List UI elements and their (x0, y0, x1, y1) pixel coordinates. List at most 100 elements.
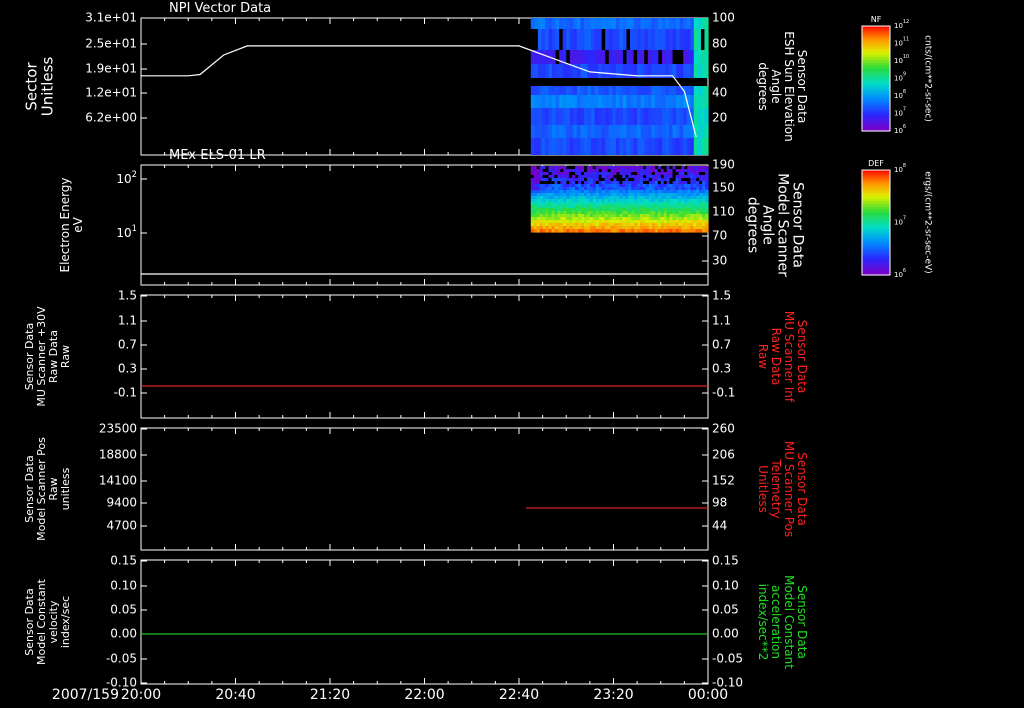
spectrogram-cell (658, 18, 663, 29)
spectrogram-cell (587, 29, 592, 50)
spectrogram-cell (598, 108, 603, 125)
spectrogram-cell (697, 86, 702, 95)
colorbar-title: DEF (868, 159, 884, 168)
spectrogram-cell (573, 125, 578, 138)
spectrogram-cell (605, 18, 610, 29)
spectrogram-cell (669, 108, 674, 125)
spectrogram-cell (569, 95, 574, 108)
spectrogram-cell (562, 125, 567, 138)
spectrogram-cell (661, 108, 667, 125)
spectrogram-cell (676, 64, 681, 78)
spectrogram-cell (658, 86, 663, 95)
spectrogram-cell (580, 108, 585, 125)
spectrogram-cell (583, 29, 589, 50)
spectrogram-cell (686, 18, 691, 29)
spectrogram-cell (559, 108, 564, 125)
spectrogram-cell (530, 95, 535, 108)
spectrogram-cell (594, 125, 599, 138)
spectrogram-cell (633, 125, 638, 138)
spectrogram-cell (548, 108, 553, 125)
right-axis-label: MU Scanner Inf (782, 311, 796, 403)
spectrogram-cell (622, 86, 628, 95)
spectrogram-cell (640, 95, 645, 108)
spectrogram-cell (612, 95, 617, 108)
y-tick-label-right: 150 (712, 181, 735, 195)
spectrogram-cell (676, 50, 681, 64)
spectrogram-cell (704, 18, 709, 29)
spectrogram-cell (601, 64, 606, 78)
spectrogram-cell (704, 108, 709, 125)
right-axis-label: Sensor Data (790, 182, 806, 268)
date-label: 2007/159 (52, 687, 119, 703)
y-tick-label: 0.3 (118, 362, 137, 376)
spectrogram-cell (552, 125, 557, 138)
spectrogram-cell (669, 138, 674, 155)
spectrogram-cell (633, 86, 638, 95)
spectrogram-cell (601, 95, 606, 108)
spectrogram-cell (552, 108, 557, 125)
spectrogram-cell (637, 95, 642, 108)
spectrogram-cell (665, 18, 670, 29)
spectrogram-cell (555, 29, 560, 50)
spectrogram-cell (704, 29, 709, 50)
spectrogram-cell (690, 86, 695, 95)
spectrogram-cell (601, 125, 606, 138)
spectrogram-cell (555, 125, 560, 138)
spectrogram-cell (658, 29, 663, 50)
spectrogram-cell (530, 125, 535, 138)
spectrogram-cell (591, 18, 596, 29)
spectrogram-cell (672, 29, 677, 50)
spectrogram-cell (633, 50, 638, 64)
spectrogram-cell (665, 29, 670, 50)
spectrogram-cell (679, 108, 684, 125)
spectrogram-cell (615, 86, 621, 95)
spectrogram-cell (661, 86, 667, 95)
spectrogram-cell (548, 138, 553, 155)
spectrogram-cell (580, 86, 585, 95)
spectrogram-cell (534, 18, 539, 29)
spectrogram-cell (591, 125, 596, 138)
spectrogram-cell (651, 18, 656, 29)
panel-title: MEx ELS-01 LR (169, 148, 266, 163)
spectrogram-cell (608, 64, 613, 78)
spectrogram-cell (552, 95, 557, 108)
left-axis-label: unitless (59, 467, 72, 510)
spectrogram-cell (566, 108, 571, 125)
spectrogram-cell (626, 95, 631, 108)
spectrogram-cell (559, 86, 564, 95)
spectrogram-cell (566, 64, 571, 78)
spectrogram-cell (562, 108, 567, 125)
spectrogram-cell (615, 125, 621, 138)
spectrogram-cell (693, 86, 698, 95)
spectrogram-cell (559, 138, 564, 155)
spectrogram-cell (612, 125, 617, 138)
right-axis-label: Sensor Data (795, 50, 809, 124)
spectrogram-cell (555, 50, 560, 64)
spectrogram-cell (622, 108, 628, 125)
spectrogram-cell (690, 64, 695, 78)
spectrogram-cell (672, 95, 677, 108)
spectrogram-cell (626, 29, 631, 50)
right-axis-label: Sensor Data (795, 452, 809, 526)
right-axis-label: index/sec**2 (756, 584, 770, 661)
spectrogram-cell (693, 29, 698, 50)
spectrogram-cell (633, 138, 638, 155)
spectrogram-cell (573, 18, 578, 29)
spectrogram-cell (555, 138, 560, 155)
spectrogram-cell (693, 95, 698, 108)
spectrogram-cell (587, 18, 592, 29)
spectrogram-cell (647, 29, 652, 50)
spectrogram-cell (537, 29, 543, 50)
spectrogram-cell (661, 125, 667, 138)
spectrogram-cell (580, 95, 585, 108)
spectrogram-cell (647, 108, 652, 125)
spectrogram-cell (587, 138, 592, 155)
spectrogram-cell (612, 64, 617, 78)
spectrogram-cell (672, 18, 677, 29)
spectrogram-cell (633, 18, 638, 29)
spectrogram-cell (573, 95, 578, 108)
spectrogram-cell (530, 108, 535, 125)
spectrogram-cell (640, 18, 645, 29)
spectrogram-cell (608, 50, 613, 64)
spectrogram-cell (594, 50, 599, 64)
